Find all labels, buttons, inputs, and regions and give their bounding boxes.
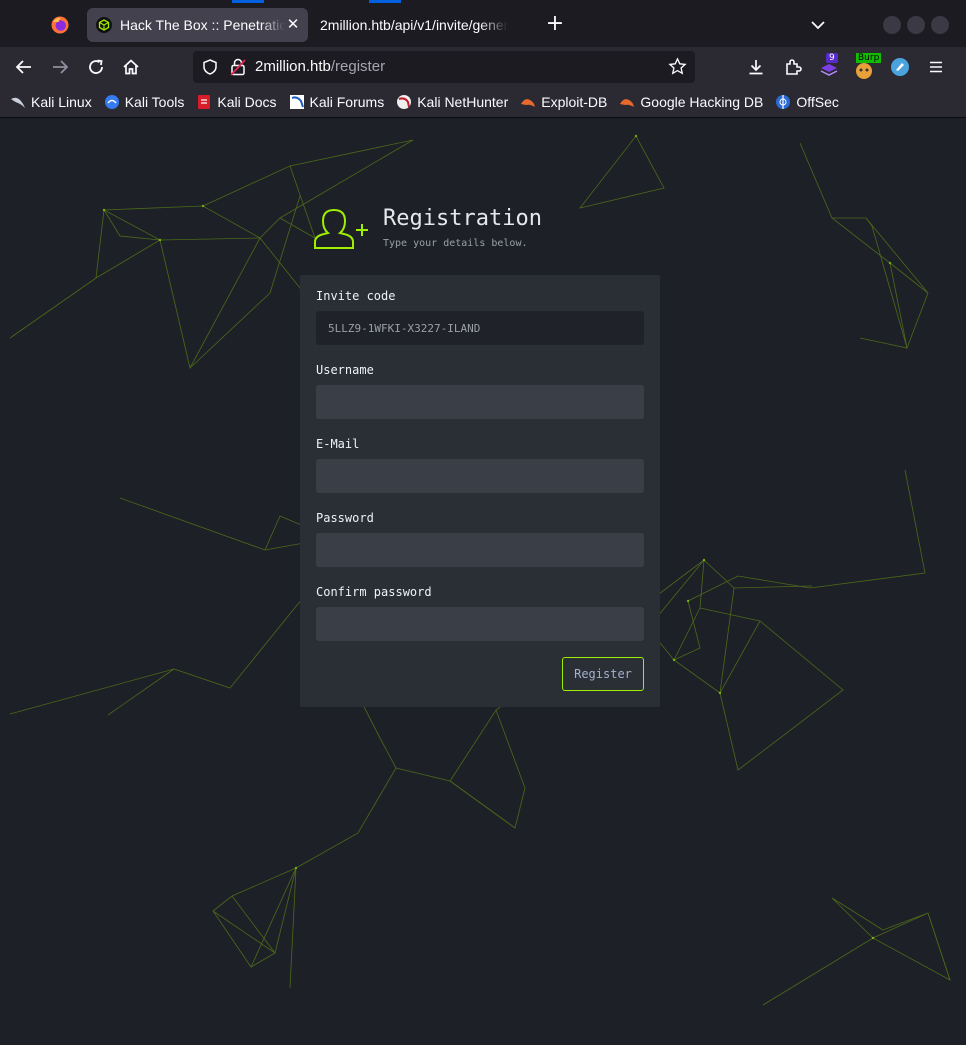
bookmark-label: Kali Forums bbox=[309, 94, 385, 110]
page-content: Registration Type your details below. In… bbox=[0, 118, 966, 1045]
address-bar[interactable]: 2million.htb/register bbox=[193, 51, 695, 83]
bookmark-label: Kali Linux bbox=[31, 94, 92, 110]
chevron-down-icon[interactable] bbox=[808, 15, 828, 35]
offsec-icon bbox=[776, 95, 791, 109]
bookmark-label: OffSec bbox=[796, 94, 839, 110]
tracking-shield-icon[interactable] bbox=[201, 58, 219, 76]
tab-invite-generate[interactable]: 2million.htb/api/v1/invite/generate bbox=[320, 8, 538, 42]
extension-badge: 9 bbox=[826, 53, 838, 63]
register-button[interactable]: Register bbox=[562, 657, 644, 691]
email-label: E-Mail bbox=[316, 437, 360, 451]
tab-hackthebox[interactable]: Hack The Box :: Penetration Testing Labs… bbox=[87, 8, 308, 42]
bookmark-kali-linux[interactable]: Kali Linux bbox=[10, 94, 92, 110]
nethunter-icon bbox=[397, 95, 412, 109]
minimize-button[interactable] bbox=[883, 16, 901, 34]
page-subtitle: Type your details below. bbox=[383, 238, 528, 249]
back-arrow-icon[interactable] bbox=[13, 56, 35, 78]
bookmark-exploit-db[interactable]: Exploit-DB bbox=[520, 94, 607, 110]
kali-tools-icon bbox=[104, 95, 119, 109]
bookmark-label: Kali NetHunter bbox=[417, 94, 509, 110]
page-title: Registration bbox=[383, 206, 542, 231]
add-user-icon bbox=[314, 208, 368, 249]
bookmark-kali-docs[interactable]: Kali Docs bbox=[196, 94, 277, 110]
close-window-button[interactable] bbox=[931, 16, 949, 34]
registration-form: Invite code Username E-Mail Password Con… bbox=[300, 275, 660, 707]
password-input[interactable] bbox=[316, 533, 644, 567]
username-input[interactable] bbox=[316, 385, 644, 419]
url-path: /register bbox=[330, 58, 386, 75]
bookmark-label: Kali Docs bbox=[217, 94, 277, 110]
tab-title: Hack The Box :: Penetration Testing Labs bbox=[120, 17, 285, 33]
hackthebox-icon bbox=[96, 17, 112, 33]
confirm-password-input[interactable] bbox=[316, 607, 644, 641]
bookmark-label: Kali Tools bbox=[124, 94, 185, 110]
kali-forums-icon bbox=[289, 95, 304, 109]
forward-arrow-icon[interactable] bbox=[49, 56, 71, 78]
exploitdb-icon bbox=[521, 99, 536, 107]
bookmark-label: Exploit-DB bbox=[541, 94, 608, 110]
download-icon[interactable] bbox=[745, 56, 767, 78]
email-input[interactable] bbox=[316, 459, 644, 493]
confirm-password-label: Confirm password bbox=[316, 585, 432, 599]
tab-accent-bar bbox=[232, 0, 264, 3]
navigation-toolbar: 2million.htb/register 9 Burp bbox=[0, 47, 966, 87]
menu-hamburger-icon[interactable] bbox=[925, 56, 947, 78]
bookmark-kali-forums[interactable]: Kali Forums bbox=[289, 94, 385, 110]
bookmark-kali-nethunter[interactable]: Kali NetHunter bbox=[396, 94, 508, 110]
bookmark-kali-tools[interactable]: Kali Tools bbox=[104, 94, 185, 110]
kali-docs-icon bbox=[198, 95, 211, 109]
bookmark-star-icon[interactable] bbox=[668, 57, 687, 76]
bookmark-label: Google Hacking DB bbox=[640, 94, 764, 110]
maximize-button[interactable] bbox=[907, 16, 925, 34]
tab-accent-bar bbox=[369, 0, 401, 3]
wappalyzer-icon[interactable] bbox=[889, 56, 911, 78]
username-label: Username bbox=[316, 363, 374, 377]
bookmark-offsec[interactable]: OffSec bbox=[775, 94, 839, 110]
extensions-puzzle-icon[interactable] bbox=[782, 56, 804, 78]
tab-title: 2million.htb/api/v1/invite/generate bbox=[320, 17, 508, 33]
new-tab-button[interactable]: + bbox=[543, 13, 567, 37]
burp-badge: Burp bbox=[856, 53, 882, 63]
kali-dragon-icon bbox=[11, 97, 25, 108]
bookmarks-toolbar: Kali Linux Kali Tools Kali Docs Kali For… bbox=[0, 87, 966, 118]
invite-code-label: Invite code bbox=[316, 289, 396, 303]
bookmark-google-hacking-db[interactable]: Google Hacking DB bbox=[619, 94, 763, 110]
url-text: 2million.htb/register bbox=[255, 58, 385, 75]
invite-code-input[interactable] bbox=[316, 311, 644, 345]
browser-window: Hack The Box :: Penetration Testing Labs… bbox=[0, 0, 966, 1045]
insecure-lock-icon[interactable] bbox=[229, 57, 247, 77]
url-domain: 2million.htb bbox=[255, 58, 331, 75]
home-icon[interactable] bbox=[120, 56, 142, 78]
firefox-icon[interactable] bbox=[50, 15, 70, 35]
ghdb-icon bbox=[620, 99, 635, 107]
tab-strip: Hack The Box :: Penetration Testing Labs… bbox=[0, 0, 966, 50]
reload-icon[interactable] bbox=[85, 56, 107, 78]
close-tab-icon[interactable]: ✕ bbox=[284, 16, 302, 34]
password-label: Password bbox=[316, 511, 374, 525]
